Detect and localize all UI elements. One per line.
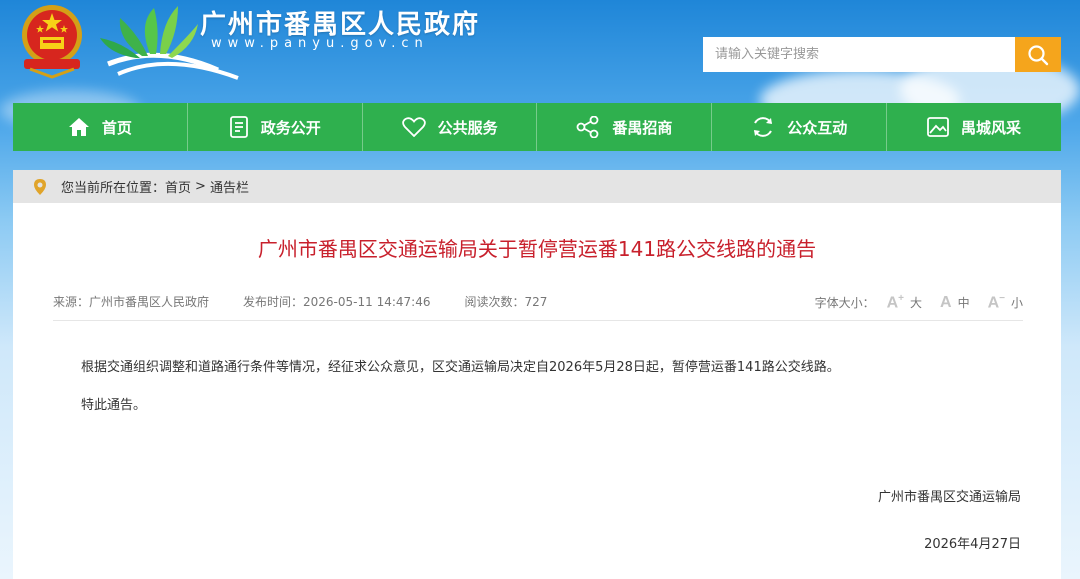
nav-item-investment[interactable]: 番禺招商	[537, 103, 713, 151]
nav-item-label: 公众互动	[787, 118, 848, 137]
article-paragraph: 特此通告。	[81, 398, 147, 413]
search-icon	[1028, 44, 1049, 65]
nav-item-label: 公共服务	[437, 118, 498, 137]
article-source: 来源：广州市番禺区人民政府	[53, 295, 210, 309]
breadcrumb-prefix: 您当前所在位置：	[61, 181, 166, 196]
article-meta: 来源：广州市番禺区人民政府 发布时间：2026-05-11 14:47:46 阅…	[53, 293, 1023, 312]
article-signature: 广州市番禺区交通运输局 2026年4月27日	[878, 486, 1021, 579]
font-size-small-button[interactable]: A− 小	[988, 293, 1023, 312]
breadcrumb-current-link[interactable]: 通告栏	[210, 177, 249, 196]
search-button[interactable]	[1015, 37, 1061, 72]
article-body: 根据交通组织调整和道路通行条件等情况，经征求公众意见，区交通运输局决定自2026…	[81, 358, 1021, 434]
home-icon	[68, 118, 89, 136]
font-size-label: 字体大小：	[814, 296, 875, 311]
nav-item-label: 首页	[101, 118, 132, 137]
refresh-icon	[754, 117, 773, 137]
main-nav: 首页 政务公开 公共服务 番禺招商 公众互动 禺城风采	[13, 103, 1061, 151]
font-size-control: 字体大小： A+ 大 A 中 A− 小	[815, 293, 1023, 312]
nav-item-scenery[interactable]: 禺城风采	[887, 103, 1061, 151]
signature-org: 广州市番禺区交通运输局	[877, 490, 1021, 505]
meta-divider	[53, 320, 1023, 321]
breadcrumb-separator: >	[195, 179, 206, 194]
site-header: 广州市番禺区人民政府 www.panyu.gov.cn	[0, 0, 1080, 104]
font-size-large-button[interactable]: A+ 大	[887, 293, 922, 312]
article-read-count: 阅读次数：727	[464, 295, 548, 309]
font-small-label: 小	[1010, 296, 1023, 311]
article-publish-time: 发布时间：2026-05-11 14:47:46	[243, 295, 431, 309]
font-small-icon: A−	[987, 293, 1005, 312]
site-url: www.panyu.gov.cn	[211, 36, 429, 51]
nav-item-public-service[interactable]: 公共服务	[363, 103, 538, 151]
nav-item-label: 禺城风采	[961, 118, 1022, 137]
font-large-icon: A+	[886, 293, 904, 312]
share-nodes-icon	[576, 116, 599, 138]
nav-item-gov-affairs[interactable]: 政务公开	[188, 103, 363, 151]
nav-item-home[interactable]: 首页	[13, 103, 188, 151]
breadcrumb-home-link[interactable]: 首页	[165, 177, 191, 196]
font-medium-label: 中	[957, 296, 970, 311]
content-panel: 您当前所在位置： 首页 > 通告栏 广州市番禺区交通运输局关于暂停营运番141路…	[13, 170, 1061, 579]
landscape-icon	[927, 117, 949, 137]
breadcrumb: 您当前所在位置： 首页 > 通告栏	[13, 170, 1061, 203]
article-title: 广州市番禺区交通运输局关于暂停营运番141路公交线路的通告	[257, 237, 817, 261]
search-input[interactable]	[703, 37, 1015, 72]
nav-item-interaction[interactable]: 公众互动	[712, 103, 888, 151]
heart-icon	[401, 117, 426, 137]
nav-item-label: 番禺招商	[612, 118, 673, 137]
search-bar	[703, 37, 1061, 72]
signature-date: 2026年4月27日	[924, 537, 1021, 552]
national-emblem-icon	[22, 5, 82, 79]
font-size-medium-button[interactable]: A 中	[940, 294, 970, 312]
font-medium-icon: A	[940, 293, 952, 311]
nav-item-label: 政务公开	[260, 118, 321, 137]
article-paragraph: 根据交通组织调整和道路通行条件等情况，经征求公众意见，区交通运输局决定自2026…	[81, 360, 840, 375]
font-large-label: 大	[909, 296, 922, 311]
document-icon	[229, 116, 248, 138]
location-pin-icon	[34, 178, 46, 195]
